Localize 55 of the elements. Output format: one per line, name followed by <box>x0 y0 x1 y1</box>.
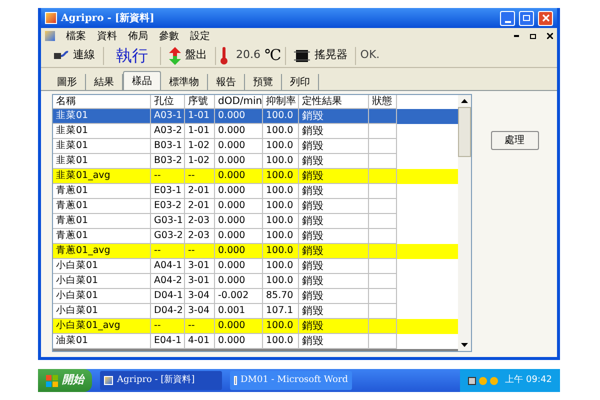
process-button[interactable]: 處理 <box>490 131 538 150</box>
menu-item[interactable]: 資料 <box>97 28 117 44</box>
scroll-thumb[interactable] <box>458 107 471 157</box>
table-cell: 油菜01 <box>53 334 151 349</box>
temperature-unit: ℃ <box>264 45 282 66</box>
menu-item[interactable]: 參數 <box>159 28 179 44</box>
restore-button[interactable] <box>519 10 534 26</box>
table-row[interactable]: 韭菜01 A03-1 1-01 0.000 100.0 銷毀 <box>53 109 458 124</box>
table-cell: 0.000 <box>215 334 263 349</box>
table-row[interactable]: 小白菜01 A04-2 3-01 0.000 100.0 銷毀 <box>53 274 458 289</box>
table-row[interactable]: 韭菜01_avg -- -- 0.000 100.0 銷毀 <box>53 169 458 184</box>
table-cell: E04-1 <box>151 334 185 349</box>
table-cell: 4-01 <box>185 334 215 349</box>
table-row[interactable]: 青蔥01 G03-1 2-03 0.000 100.0 銷毀 <box>53 214 458 229</box>
thermometer-icon <box>220 46 228 64</box>
close-button[interactable] <box>538 10 553 26</box>
tab[interactable]: 樣品 <box>123 71 161 90</box>
windows-logo-icon <box>46 374 58 386</box>
table-row[interactable]: 青蔥01 G03-2 2-03 0.000 100.0 銷毀 <box>53 229 458 244</box>
menu-item[interactable]: 佈局 <box>128 28 148 44</box>
table-row[interactable]: 青蔥01 E03-2 2-01 0.000 100.0 銷毀 <box>53 199 458 214</box>
table-cell: 銷毀 <box>299 334 369 349</box>
table-row[interactable]: 韭菜01 B03-1 1-02 0.000 100.0 銷毀 <box>53 139 458 154</box>
up-down-arrows-icon <box>169 46 181 64</box>
run-button[interactable]: 執行 <box>108 44 156 68</box>
table-row[interactable]: 小白菜01 A04-1 3-01 0.000 100.0 銷毀 <box>53 259 458 274</box>
table-row[interactable]: 油菜01 E04-1 4-01 0.000 100.0 銷毀 <box>53 334 458 349</box>
close-icon[interactable] <box>547 33 553 39</box>
table-row[interactable]: 青蔥01_avg -- -- 0.000 100.0 銷毀 <box>53 244 458 259</box>
table-cell <box>369 334 397 349</box>
clock: 上午 09:42 <box>505 374 552 387</box>
close-icon <box>542 14 550 22</box>
document-icon <box>45 31 55 41</box>
chip-icon <box>294 48 310 64</box>
menu-item[interactable]: 設定 <box>190 28 210 44</box>
minimize-button[interactable] <box>500 10 515 26</box>
temperature-value: 20.6 <box>236 47 260 64</box>
table-row[interactable]: 青蔥01 E03-1 2-01 0.000 100.0 銷毀 <box>53 184 458 199</box>
connect-button[interactable]: 連線 <box>49 47 99 64</box>
table-row[interactable]: 韭菜01 B03-2 1-02 0.000 100.0 銷毀 <box>53 154 458 169</box>
table-row[interactable]: 小白菜01 D04-1 3-04 -0.002 85.70 銷毀 <box>53 289 458 304</box>
taskbar-button[interactable]: DM01 - Microsoft Word <box>230 371 352 390</box>
restore-icon[interactable] <box>530 34 536 38</box>
menu-item[interactable]: 檔案 <box>66 28 86 44</box>
table-row[interactable]: 韭菜01 A03-2 1-01 0.000 100.0 銷毀 <box>53 124 458 139</box>
network-icon <box>468 376 476 384</box>
table-row[interactable]: 小白菜01 D04-2 3-04 0.001 107.1 銷毀 <box>53 304 458 319</box>
table-cell: 100.0 <box>263 334 299 349</box>
plate-out-button[interactable]: 盤出 <box>165 46 211 64</box>
table-row[interactable]: 小白菜01_avg -- -- 0.000 100.0 銷毀 <box>53 319 458 334</box>
taskbar-button[interactable]: Agripro - [新資料] <box>100 371 222 390</box>
scrollbar[interactable] <box>458 95 471 351</box>
shaker-button[interactable]: 搖晃器 <box>290 47 352 64</box>
window-title: Agripro - [新資料] <box>61 11 154 26</box>
status-text: OK. <box>360 47 380 64</box>
